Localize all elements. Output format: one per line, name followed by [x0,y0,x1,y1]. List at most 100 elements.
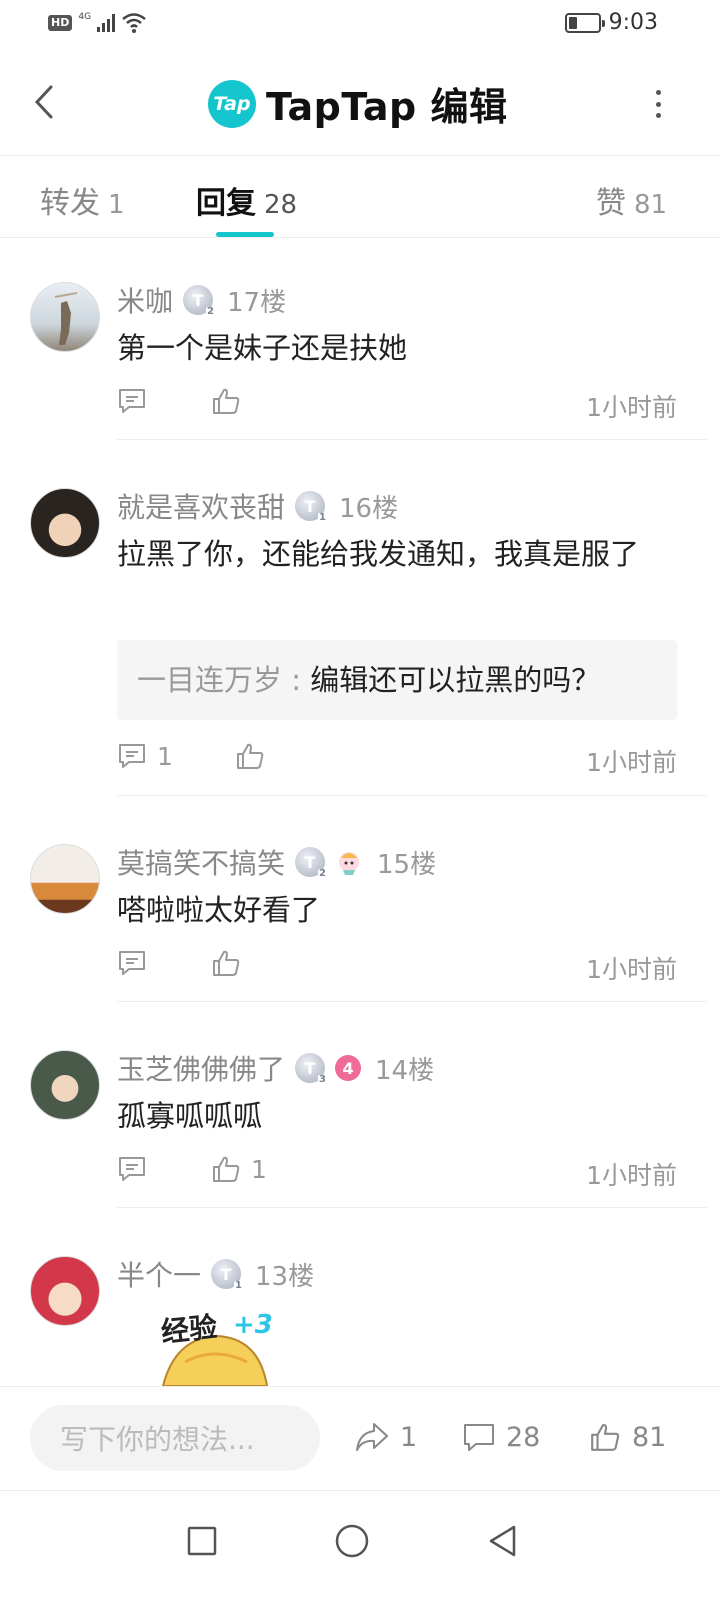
thumbs-up-icon [237,743,264,769]
floor-number: 17楼 [227,287,287,318]
rank-badge-icon: 4 [335,1055,362,1081]
recents-button[interactable] [172,1511,232,1571]
bottom-action-bar: 写下你的想法... 1 28 81 [0,1386,720,1490]
username[interactable]: 莫搞笑不搞笑 [117,842,285,882]
taptap-logo: Tap [208,79,256,128]
avatar[interactable] [30,844,100,914]
tab-label: 转发 [40,186,100,221]
username[interactable]: 米咖 [117,280,173,320]
like-button[interactable]: 81 [588,1421,666,1453]
level-badge-icon: T2 [295,847,328,879]
triangle-back-icon [489,1525,516,1557]
like-count: 81 [632,1421,667,1453]
battery-icon [564,12,605,33]
thumbs-up-icon [213,388,240,414]
tab-indicator [216,232,274,237]
avatar[interactable] [30,1050,100,1120]
comment-icon [464,1424,494,1451]
comment-input[interactable]: 写下你的想法... [30,1405,320,1471]
back-button[interactable] [24,80,64,124]
timestamp: 1小时前 [586,393,677,422]
status-bar: HD 4G 9:03 [0,0,720,50]
comment-count: 28 [506,1421,541,1453]
floor-number: 13楼 [255,1261,315,1292]
level-badge-icon: T1 [295,491,328,523]
back-arrow-icon [34,85,53,119]
floor-number: 16楼 [339,493,399,524]
sticker-plus: +3 [233,1310,273,1340]
system-nav-bar [0,1490,720,1600]
tab-label: 回复 [196,186,256,221]
reply-count: 1 [157,741,173,771]
comment-text: 拉黑了你，还能给我发通知，我真是服了 [117,537,640,571]
reply-button[interactable] [117,948,157,978]
square-icon [187,1526,217,1556]
comment-icon [119,389,145,413]
divider [117,1001,707,1002]
username[interactable]: 玉芝佛佛佛了 [117,1048,285,1088]
divider [117,795,707,796]
thumbs-up-icon [213,950,240,976]
like-button[interactable]: 1 [211,1154,267,1184]
tab-bar: 转发 1 回复 28 赞 81 [0,156,720,238]
signal-icon [97,14,116,32]
thumbs-up-icon [213,1156,240,1182]
character-badge-icon [339,852,360,875]
more-button[interactable] [648,86,668,122]
timestamp: 1小时前 [586,748,677,777]
avatar[interactable] [30,1256,100,1326]
wifi-icon [122,13,146,33]
quote-text: 编辑还可以拉黑的吗？ [310,663,601,697]
like-count: 1 [251,1154,267,1184]
level-badge-icon: T1 [211,1259,244,1291]
avatar[interactable] [30,282,100,352]
header: Tap TapTap 编辑 [0,50,720,156]
reply-button[interactable]: 1 [117,741,173,771]
comment-icon [119,1157,145,1181]
back-nav-button[interactable] [472,1511,532,1571]
exp-sticker: 经验 +3 [155,1302,285,1386]
comment-text: 嗒啦啦太好看了 [117,893,321,927]
circle-icon [335,1524,369,1558]
comment-text: 孤寡呱呱呱 [117,1099,263,1133]
hd-icon: HD [48,15,73,31]
username[interactable]: 就是喜欢丧甜 [117,486,285,526]
like-button[interactable] [211,948,251,978]
share-button[interactable]: 1 [354,1421,417,1453]
clock: 9:03 [608,10,658,35]
level-badge-icon: T2 [183,285,216,317]
timestamp: 1小时前 [586,955,677,984]
comment-icon [119,951,145,975]
tab-count: 1 [108,190,125,220]
comment-text: 第一个是妹子还是扶她 [117,331,408,365]
floor-number: 15楼 [377,849,437,880]
level-badge-icon: T3 [295,1053,328,1085]
quote-username: 一目连万岁 : [137,663,301,697]
thumbs-up-icon [591,1424,620,1451]
home-button[interactable] [322,1511,382,1571]
divider [117,439,707,440]
reply-button[interactable] [117,386,157,416]
comment-button[interactable]: 28 [462,1421,540,1453]
like-button[interactable] [211,386,251,416]
tab-likes[interactable]: 赞 81 [596,178,667,222]
tab-forward[interactable]: 转发 1 [40,178,125,222]
share-icon [356,1423,388,1451]
avatar[interactable] [30,488,100,558]
sticker-label: 经验 [159,1310,219,1349]
divider [117,1207,707,1208]
comment-icon [119,744,145,768]
username[interactable]: 半个一 [117,1254,201,1294]
tab-label: 赞 [596,186,626,221]
network-type: 4G [78,11,92,22]
quoted-reply[interactable]: 一目连万岁 : 编辑还可以拉黑的吗？ [117,640,677,720]
reply-button[interactable] [117,1154,157,1184]
tab-count: 81 [634,190,668,220]
floor-number: 14楼 [375,1055,435,1086]
tab-count: 28 [264,190,298,220]
share-count: 1 [400,1421,418,1453]
page-title: TapTap 编辑 [266,85,508,129]
tab-replies[interactable]: 回复 28 [196,178,297,222]
timestamp: 1小时前 [586,1161,677,1190]
like-button[interactable] [235,741,275,771]
